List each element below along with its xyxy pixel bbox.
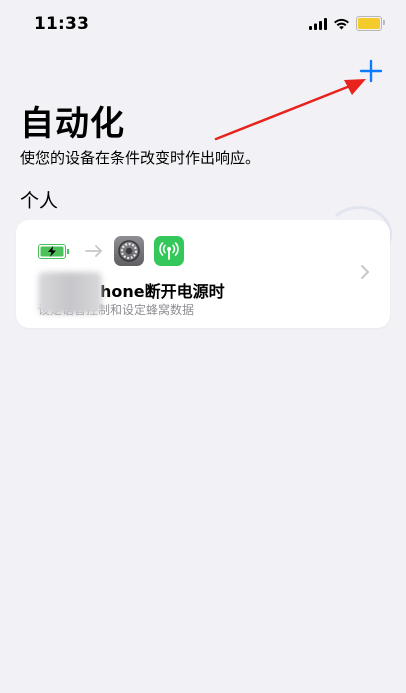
status-icons	[309, 16, 385, 31]
automation-title-text: hone断开电源时	[100, 282, 225, 301]
cellular-signal-icon	[309, 17, 327, 30]
battery-charging-icon	[38, 243, 69, 259]
cellular-data-app-icon	[154, 236, 184, 266]
wifi-icon	[334, 18, 349, 29]
section-title: 个人	[20, 190, 59, 212]
page-title: 自动化	[20, 104, 125, 144]
status-time: 11:33	[34, 14, 90, 34]
automation-icons	[38, 236, 184, 266]
arrow-right-icon	[85, 245, 102, 257]
plus-icon[interactable]	[358, 58, 384, 84]
status-bar: 11:33	[0, 0, 406, 48]
automation-screen: 11:33 自动化 使您的设备在条件改变时作出响应。 个人 hone断开电源时 …	[0, 0, 406, 693]
redacted-region	[38, 272, 102, 314]
chevron-right-icon	[361, 265, 369, 279]
page-subtitle: 使您的设备在条件改变时作出响应。	[20, 149, 261, 167]
battery-icon	[356, 16, 385, 31]
settings-app-icon	[114, 236, 144, 266]
battery-level	[358, 18, 380, 29]
